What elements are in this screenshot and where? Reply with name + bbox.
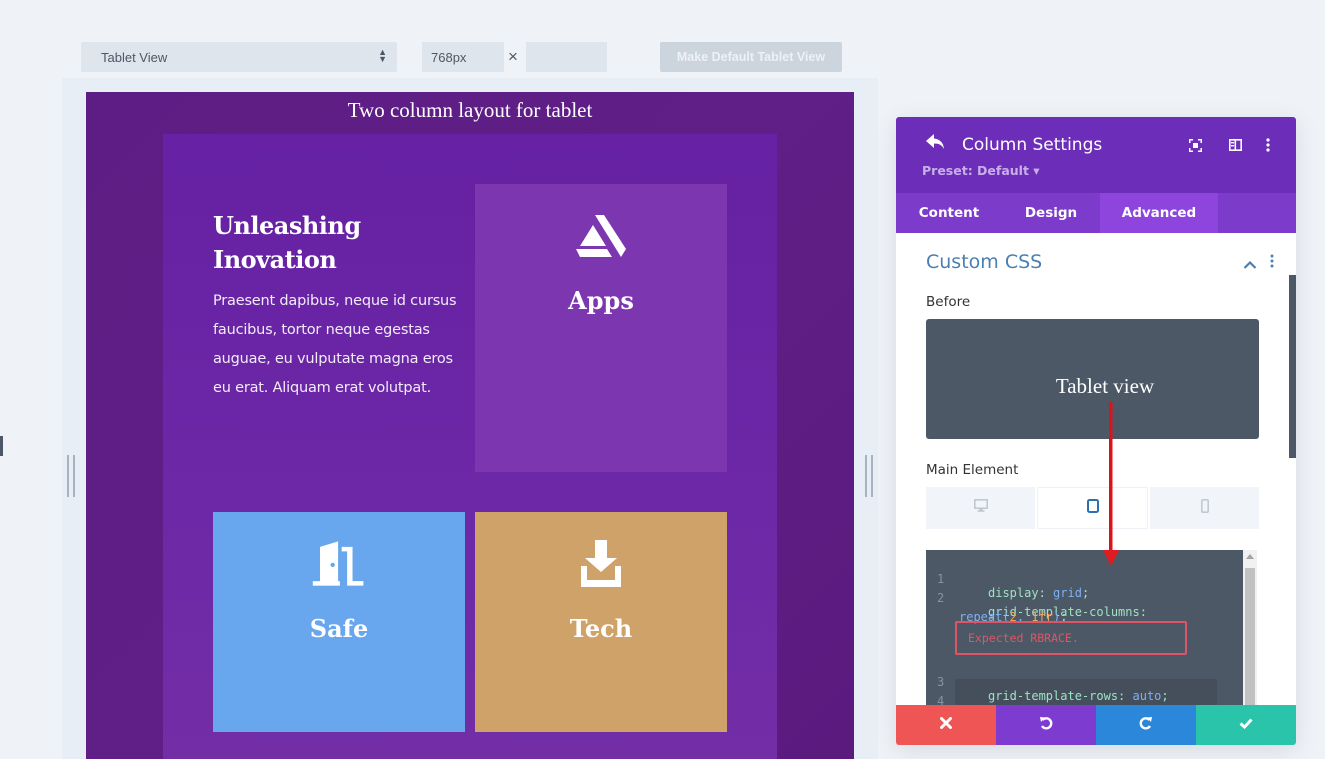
redo-button[interactable] bbox=[1096, 705, 1196, 745]
responsive-device-tabs bbox=[926, 487, 1259, 529]
undo-button[interactable] bbox=[996, 705, 1096, 745]
resize-handle-right[interactable] bbox=[865, 455, 873, 497]
code-editor-scrollbar[interactable] bbox=[1243, 550, 1257, 710]
save-button[interactable] bbox=[1196, 705, 1296, 745]
css-code-editor[interactable]: 1 display: grid; 2 grid-template-columns… bbox=[926, 550, 1243, 722]
intro-body: Praesent dapibus, neque id cursus faucib… bbox=[213, 293, 457, 396]
download-icon bbox=[573, 536, 629, 592]
main-element-label: Main Element bbox=[926, 462, 1019, 478]
split-view-icon[interactable] bbox=[1227, 137, 1243, 153]
before-preview-text: Tablet view bbox=[1055, 373, 1155, 398]
card-apps[interactable]: Apps bbox=[475, 184, 727, 472]
redo-icon bbox=[1139, 716, 1153, 735]
panel-title: Column Settings bbox=[962, 135, 1103, 155]
undo-icon bbox=[1039, 716, 1053, 735]
fullscreen-icon[interactable] bbox=[1187, 137, 1203, 153]
phone-icon bbox=[1200, 498, 1209, 518]
close-icon bbox=[940, 716, 952, 734]
code-line: 3 grid-template-rows: auto; bbox=[937, 675, 1169, 703]
resize-handle-left[interactable] bbox=[67, 455, 75, 497]
preview-width-input[interactable] bbox=[422, 42, 504, 72]
settings-tabs: Content Design Advanced bbox=[896, 193, 1296, 233]
back-icon[interactable] bbox=[926, 134, 948, 154]
grid-row[interactable]: Unleashing Inovation Praesent dapibus, n… bbox=[163, 134, 777, 759]
view-mode-value: Tablet View bbox=[101, 49, 168, 65]
card-tech[interactable]: Tech bbox=[475, 512, 727, 732]
css-error-message: Expected RBRACE. bbox=[955, 621, 1187, 655]
panel-footer bbox=[896, 705, 1296, 745]
more-options-icon[interactable] bbox=[1260, 137, 1276, 153]
left-edge-marker bbox=[0, 436, 3, 456]
panel-body: Custom CSS Before Tablet view Main Eleme… bbox=[896, 233, 1296, 722]
column-settings-panel: Column Settings Preset: Default ▾ Conten… bbox=[896, 117, 1296, 745]
device-tab-tablet[interactable] bbox=[1037, 487, 1148, 529]
scrollbar-thumb[interactable] bbox=[1245, 568, 1255, 710]
code-line: 2 grid-template-columns: bbox=[937, 591, 1147, 619]
tablet-icon bbox=[1086, 498, 1099, 518]
custom-css-toggle-title[interactable]: Custom CSS bbox=[926, 251, 1042, 273]
scroll-up-arrow-icon[interactable] bbox=[1246, 554, 1254, 559]
select-arrows-icon: ▲ ▼ bbox=[378, 47, 387, 64]
artstation-icon bbox=[573, 208, 629, 264]
before-css-textarea[interactable]: Tablet view bbox=[926, 319, 1259, 439]
chevron-up-icon[interactable] bbox=[1243, 257, 1257, 269]
check-icon bbox=[1239, 716, 1253, 734]
dimension-separator: × bbox=[508, 47, 518, 66]
toggle-more-options-icon[interactable] bbox=[1270, 254, 1276, 270]
preset-dropdown[interactable]: Preset: Default ▾ bbox=[922, 163, 1040, 178]
make-default-tablet-view-button[interactable]: Make Default Tablet View bbox=[660, 42, 842, 72]
door-open-icon bbox=[311, 536, 367, 592]
code-line: 1 display: grid; bbox=[937, 572, 1090, 600]
code-line: repeat(2, 1fr); bbox=[959, 610, 1068, 624]
view-mode-select[interactable]: Tablet View ▲ ▼ bbox=[81, 42, 397, 72]
section-title: Two column layout for tablet bbox=[347, 98, 593, 122]
code-line: 4 grid-gap: 10px; bbox=[937, 694, 1096, 722]
card-label: Apps bbox=[568, 286, 634, 315]
intro-heading: Unleashing Inovation bbox=[213, 211, 361, 274]
card-label: Tech bbox=[569, 614, 633, 643]
card-safe[interactable]: Safe bbox=[213, 512, 465, 732]
device-tab-desktop[interactable] bbox=[926, 487, 1035, 529]
intro-text-module[interactable]: Unleashing Inovation Praesent dapibus, n… bbox=[213, 209, 473, 403]
panel-header[interactable]: Column Settings Preset: Default ▾ bbox=[896, 117, 1296, 193]
desktop-icon bbox=[973, 499, 988, 517]
tab-content[interactable]: Content bbox=[896, 193, 1002, 233]
discard-button[interactable] bbox=[896, 705, 996, 745]
device-tab-phone[interactable] bbox=[1150, 487, 1259, 529]
page-section[interactable]: Two column layout for tablet Unleashing … bbox=[86, 92, 854, 759]
tab-design[interactable]: Design bbox=[1002, 193, 1100, 233]
card-label: Safe bbox=[309, 614, 369, 643]
panel-scrollbar[interactable] bbox=[1289, 275, 1296, 458]
preview-height-input[interactable] bbox=[526, 42, 607, 72]
annotation-arrow-icon bbox=[1103, 402, 1119, 566]
tab-advanced[interactable]: Advanced bbox=[1100, 193, 1218, 233]
before-label: Before bbox=[926, 294, 971, 310]
